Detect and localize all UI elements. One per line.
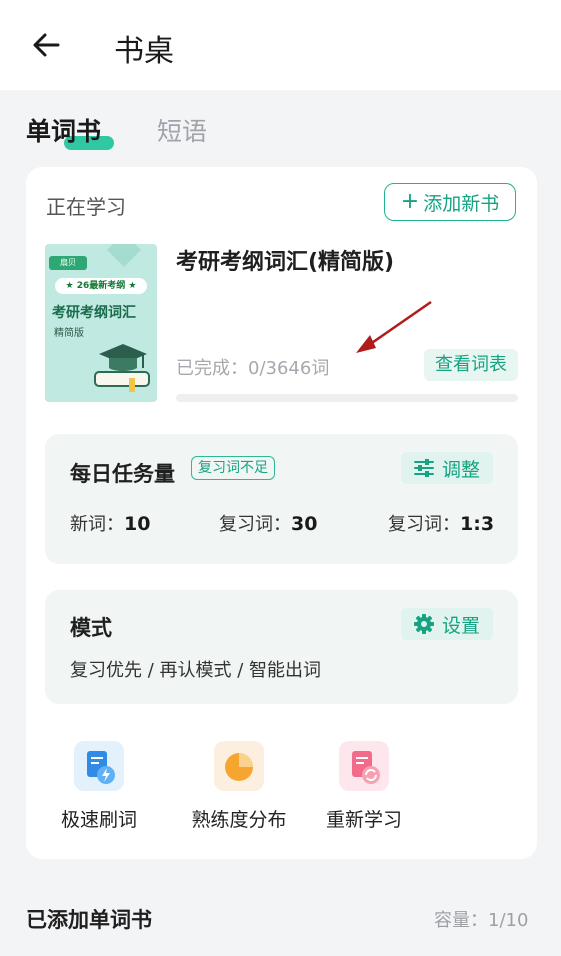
progress-bar — [176, 394, 518, 402]
add-new-book-button[interactable]: + 添加新书 — [384, 183, 516, 221]
pie-chart-icon — [214, 741, 264, 791]
add-new-book-label: 添加新书 — [423, 192, 500, 215]
cover-tag: ★ 26最新考纲 ★ — [55, 278, 147, 294]
book-title: 考研考纲词汇(精简版) — [176, 250, 395, 275]
review-words-stat: 复习词：30 — [219, 510, 317, 536]
settings-button[interactable]: 设置 — [401, 608, 493, 640]
refresh-doc-icon — [339, 741, 389, 791]
tab-bar: 单词书 短语 — [0, 104, 561, 154]
book-cover[interactable]: 扇贝 ★ 26最新考纲 ★ 考研考纲词汇 精简版 — [45, 244, 157, 402]
view-word-list-button[interactable]: 查看词表 — [424, 349, 518, 381]
new-words-value: 10 — [124, 513, 151, 535]
tab-word-books[interactable]: 单词书 — [26, 112, 114, 150]
speed-review-label: 极速刷词 — [60, 809, 137, 831]
gear-icon — [413, 614, 434, 634]
header-bar: 书桌 — [0, 0, 561, 90]
review-ratio-value: 1:3 — [460, 513, 495, 535]
cover-title: 考研考纲词汇 — [52, 305, 136, 321]
new-words-stat: 新词：10 — [70, 510, 150, 536]
lightning-doc-icon — [74, 741, 124, 791]
review-ratio-stat: 复习词：1:3 — [388, 510, 494, 536]
mode-card: 模式 设置 复习优先 / 再认模式 / 智能出词 — [45, 590, 518, 704]
mode-description: 复习优先 / 再认模式 / 智能出词 — [70, 660, 322, 681]
relearn-button[interactable]: 重新学习 — [318, 741, 410, 832]
proficiency-distribution-button[interactable]: 熟练度分布 — [184, 741, 294, 832]
mode-title: 模式 — [70, 616, 112, 640]
relearn-label: 重新学习 — [325, 809, 402, 831]
review-words-value: 30 — [291, 513, 318, 535]
new-words-label: 新词： — [70, 514, 124, 535]
graduation-cap-icon — [94, 344, 150, 392]
review-words-label: 复习词： — [219, 514, 291, 535]
current-book-card: 正在学习 + 添加新书 扇贝 ★ 26最新考纲 ★ 考研考纲词汇 精简版 考研考… — [26, 167, 537, 859]
added-books-title: 已添加单词书 — [26, 908, 152, 932]
capacity-text: 容量：1/10 — [434, 910, 529, 931]
proficiency-distribution-label: 熟练度分布 — [191, 809, 287, 831]
cover-subtitle: 精简版 — [54, 328, 84, 339]
tab-phrases[interactable]: 短语 — [157, 112, 207, 148]
daily-task-card: 每日任务量 复习词不足 调整 新词：10 复习词：30 复习词：1:3 — [45, 434, 518, 564]
review-ratio-label: 复习词： — [388, 514, 460, 535]
insufficient-review-badge: 复习词不足 — [191, 456, 275, 480]
adjust-button[interactable]: 调整 — [401, 452, 493, 484]
settings-label: 设置 — [441, 614, 480, 637]
tab-word-books-label: 单词书 — [26, 117, 102, 146]
page-title: 书桌 — [114, 34, 174, 69]
daily-task-title: 每日任务量 — [70, 462, 175, 486]
studying-label: 正在学习 — [46, 195, 126, 219]
sliders-icon — [413, 459, 434, 477]
plus-icon: + — [400, 189, 420, 214]
speed-review-button[interactable]: 极速刷词 — [56, 741, 142, 832]
adjust-label: 调整 — [441, 458, 480, 481]
back-arrow-icon[interactable] — [28, 27, 64, 63]
progress-text: 已完成：0/3646词 — [176, 358, 330, 379]
cover-diamond-decoration — [107, 244, 141, 267]
cover-brand-badge: 扇贝 — [49, 256, 87, 270]
